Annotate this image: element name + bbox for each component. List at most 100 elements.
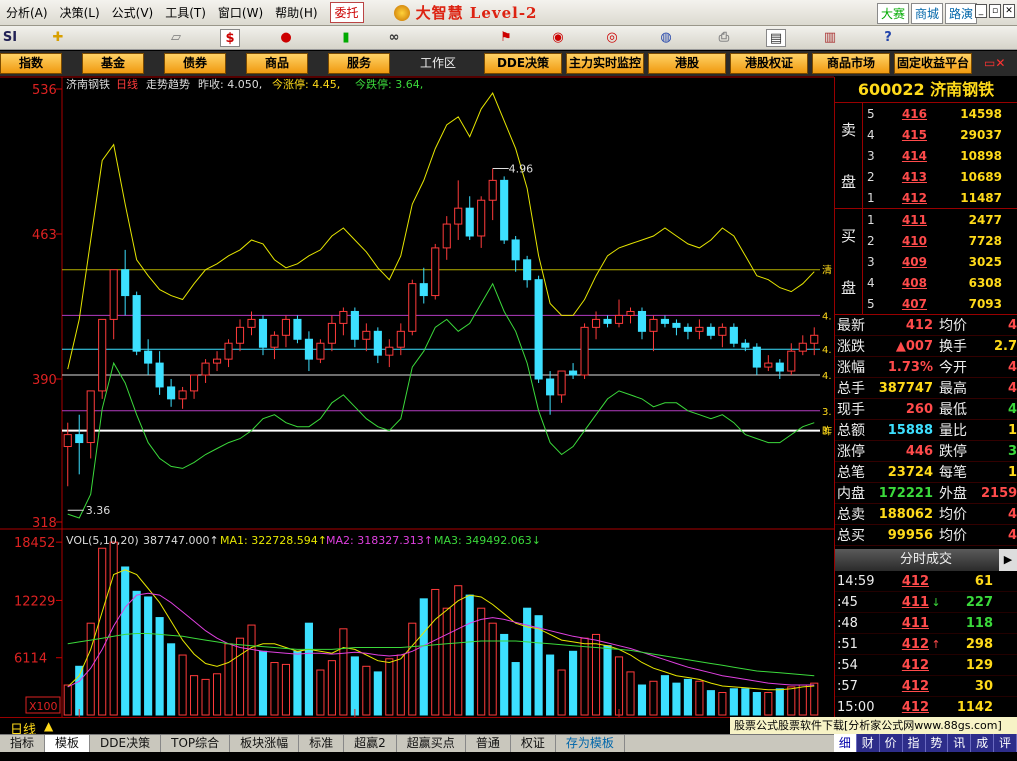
volume-bar (810, 682, 819, 716)
cross-icon[interactable]: ✚ (48, 29, 68, 47)
si-icon[interactable]: SI (0, 29, 20, 47)
close-icon[interactable]: ✕ (1003, 4, 1015, 18)
book-price[interactable]: 412 (887, 191, 927, 205)
book-price[interactable]: 407 (887, 297, 927, 311)
bars-icon[interactable]: ▮ (336, 29, 356, 47)
menu-help[interactable]: 帮助(H) (269, 4, 323, 21)
restore-panel-icon[interactable]: ▭✕ (984, 53, 1005, 74)
tick-price[interactable]: 412 (879, 637, 929, 652)
stat-key: 涨停 (837, 444, 865, 460)
entrust-button[interactable]: 委托 (329, 2, 364, 23)
stat-key: 换手 (939, 339, 967, 355)
tick-row: :51 412 ↑ 298 (835, 634, 1017, 655)
book-price[interactable]: 409 (887, 255, 927, 269)
link-roadshow[interactable]: 路演 (944, 3, 977, 24)
workspace-monitor-button[interactable]: 主力实时监控 (566, 53, 644, 74)
menu-tools[interactable]: 工具(T) (159, 4, 212, 21)
tick-price[interactable]: 412 (879, 658, 929, 673)
candle-body (534, 279, 543, 380)
restore-icon[interactable]: ▫ (989, 4, 1001, 18)
bottom-tab-2[interactable]: DDE决策 (90, 735, 162, 752)
price-tick-label: 463 (32, 228, 57, 243)
price-tick-label: 390 (32, 373, 57, 388)
volume-bar (695, 680, 704, 716)
nav-service-button[interactable]: 服务 (328, 53, 390, 74)
tick-price[interactable]: 411 (879, 616, 929, 631)
nav-commodity-button[interactable]: 商品 (246, 53, 308, 74)
menu-window[interactable]: 窗口(W) (212, 4, 269, 21)
dollar-icon[interactable]: $ (220, 29, 240, 47)
book-price[interactable]: 411 (887, 213, 927, 227)
bottom-tab-1[interactable]: 模板 (45, 735, 91, 752)
candle-body (523, 259, 532, 281)
tick-time: :48 (837, 615, 858, 631)
quote-tab-1[interactable]: 财 (857, 734, 880, 752)
nav-fund-button[interactable]: 基金 (82, 53, 144, 74)
book-price[interactable]: 416 (887, 107, 927, 121)
tick-price[interactable]: 412 (879, 574, 929, 589)
window-icon[interactable]: ▤ (766, 29, 786, 47)
minimize-icon[interactable]: _ (975, 4, 987, 18)
bottom-tab-10[interactable]: 存为模板 (556, 735, 625, 752)
quote-tab-2[interactable]: 价 (880, 734, 903, 752)
book-price[interactable]: 414 (887, 149, 927, 163)
ticks-title: 分时成交 (899, 552, 952, 567)
book-price[interactable]: 408 (887, 276, 927, 290)
help-icon[interactable]: ? (878, 29, 898, 47)
quote-tab-5[interactable]: 讯 (948, 734, 972, 752)
traffic-light-icon[interactable]: ● (276, 29, 296, 47)
tick-price[interactable]: 412 (879, 679, 929, 694)
workspace-fixed-income-button[interactable]: 固定收益平台 (894, 53, 972, 74)
bottom-tab-0[interactable]: 指标 (0, 735, 46, 752)
bottom-tab-3[interactable]: TOP综合 (161, 735, 231, 752)
quote-tab-4[interactable]: 势 (926, 734, 949, 752)
book-volume: 29037 (960, 127, 1002, 142)
ticks-header[interactable]: 分时成交 ▶ (835, 549, 1017, 571)
nav-index-button[interactable]: 指数 (0, 53, 62, 74)
bottom-tab-5[interactable]: 标准 (299, 735, 345, 752)
tick-price[interactable]: 411 (879, 595, 929, 610)
up-arrow-icon: ↑ (931, 637, 941, 651)
period-up-icon[interactable]: ▲ (44, 719, 53, 733)
books-icon[interactable]: ▥ (820, 29, 840, 47)
kline-chart[interactable]: 536 463 390 318 18452 12229 6114 清 4. 4. 4. 3. 3. 昨 4.… (0, 76, 834, 731)
bottom-tab-7[interactable]: 超赢买点 (397, 735, 466, 752)
link-mall[interactable]: 商城 (910, 3, 943, 24)
workspace-commodity-button[interactable]: 商品市场 (812, 53, 890, 74)
globe-icon[interactable]: ◉ (548, 29, 568, 47)
menu-analysis[interactable]: 分析(A) (0, 4, 54, 21)
book-price[interactable]: 415 (887, 128, 927, 142)
quote-tab-3[interactable]: 指 (903, 734, 926, 752)
globe-blue-icon[interactable]: ◍ (656, 29, 676, 47)
quote-tab-0[interactable]: 细 (834, 734, 857, 752)
book-price[interactable]: 410 (887, 234, 927, 248)
nav-bond-button[interactable]: 债券 (164, 53, 226, 74)
workspace-hk-warrant-button[interactable]: 港股权证 (730, 53, 808, 74)
tick-price[interactable]: 412 (879, 700, 929, 715)
quote-tab-7[interactable]: 评 (994, 734, 1017, 752)
bottom-tab-8[interactable]: 普通 (466, 735, 511, 752)
globe-red-icon[interactable]: ◎ (602, 29, 622, 47)
link-contest[interactable]: 大赛 (876, 3, 909, 24)
flag-icon[interactable]: ⚑ (496, 29, 516, 47)
quote-tab-6[interactable]: 成 (971, 734, 995, 752)
bottom-tab-6[interactable]: 超赢2 (344, 735, 397, 752)
book-price[interactable]: 413 (887, 170, 927, 184)
candle-body (683, 326, 692, 332)
workspace-hk-button[interactable]: 港股 (648, 53, 726, 74)
candle-body (580, 326, 589, 376)
binoculars-icon[interactable]: ∞ (384, 29, 404, 47)
ticks-expand-icon[interactable]: ▶ (999, 549, 1017, 571)
menu-decision[interactable]: 决策(L) (54, 4, 106, 21)
printer-icon[interactable]: ⎙ (714, 29, 734, 47)
menu-formula[interactable]: 公式(V) (106, 4, 160, 21)
bottom-tab-9[interactable]: 权证 (511, 735, 556, 752)
ad-banner[interactable]: 股票公式股票软件下载[分析家公式网www.88gs.com] (730, 717, 1017, 734)
ruler-icon[interactable]: ▱ (166, 29, 186, 47)
candle-body (109, 269, 118, 320)
candle-body (695, 326, 704, 332)
workspace-dde-button[interactable]: DDE决策 (484, 53, 562, 74)
book-volume: 11487 (960, 190, 1002, 205)
status-underline (0, 752, 1017, 761)
bottom-tab-4[interactable]: 板块涨幅 (230, 735, 300, 752)
